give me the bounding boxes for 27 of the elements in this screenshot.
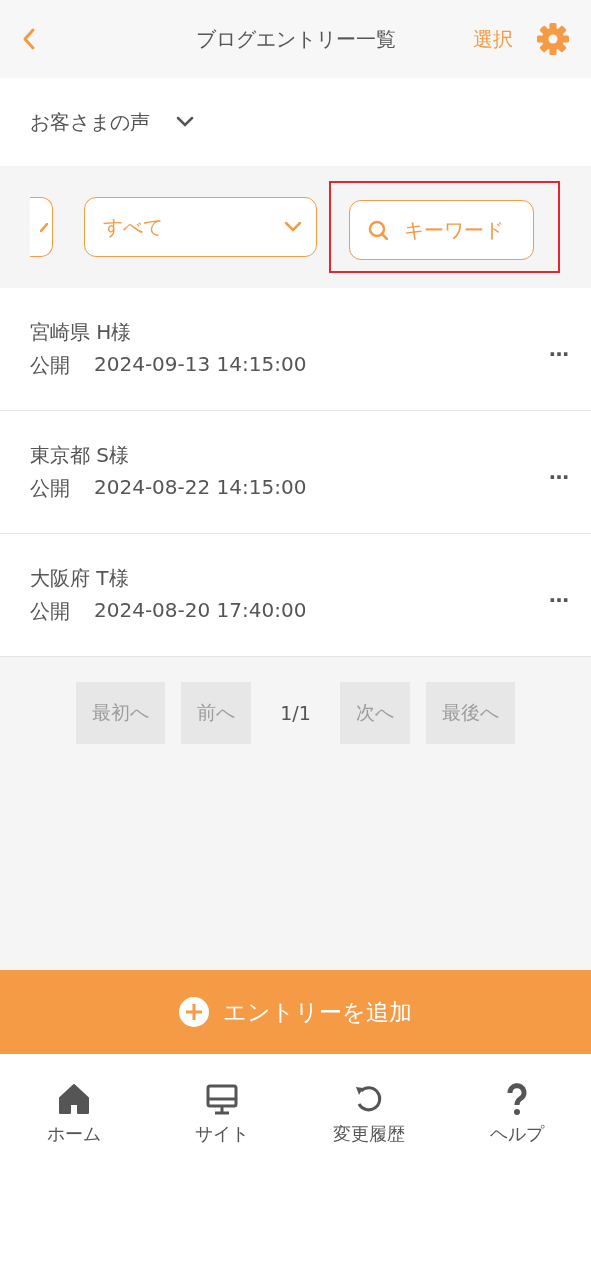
entry-date: 2024-09-13 14:15:00 [94,352,307,378]
entry-title: 東京都 S様 [30,442,131,469]
tab-item[interactable]: ヘルプ [443,1054,591,1280]
more-button[interactable]: … [545,337,573,361]
more-button[interactable]: … [545,583,573,607]
entry-status: 公開 [30,598,70,625]
back-icon [22,27,36,51]
tab-item[interactable]: 変更履歴 [295,1054,444,1280]
monitor-icon [204,1082,239,1116]
tab-item[interactable]: ホーム [0,1054,148,1280]
settings-icon [537,23,569,55]
plus-icon [179,997,209,1027]
back-button[interactable] [22,27,36,51]
search-icon [368,220,388,240]
entry-title: 大阪府 T様 [30,565,130,592]
entry-status: 公開 [30,475,70,502]
entry-date: 2024-08-22 14:15:00 [94,475,307,501]
home-icon [56,1082,91,1116]
filter-dropdown[interactable] [30,197,53,257]
more-button[interactable]: … [545,460,573,484]
page-title: ブログエントリー一覧 [195,25,396,53]
tab-item[interactable]: サイト [147,1054,296,1280]
page-indicator: 1/1 [279,702,312,724]
entry-status: 公開 [30,352,70,379]
entry-date: 2024-08-20 17:40:00 [94,598,307,624]
settings-button[interactable] [537,23,569,55]
entry-title: 宮崎県 H様 [30,319,133,346]
